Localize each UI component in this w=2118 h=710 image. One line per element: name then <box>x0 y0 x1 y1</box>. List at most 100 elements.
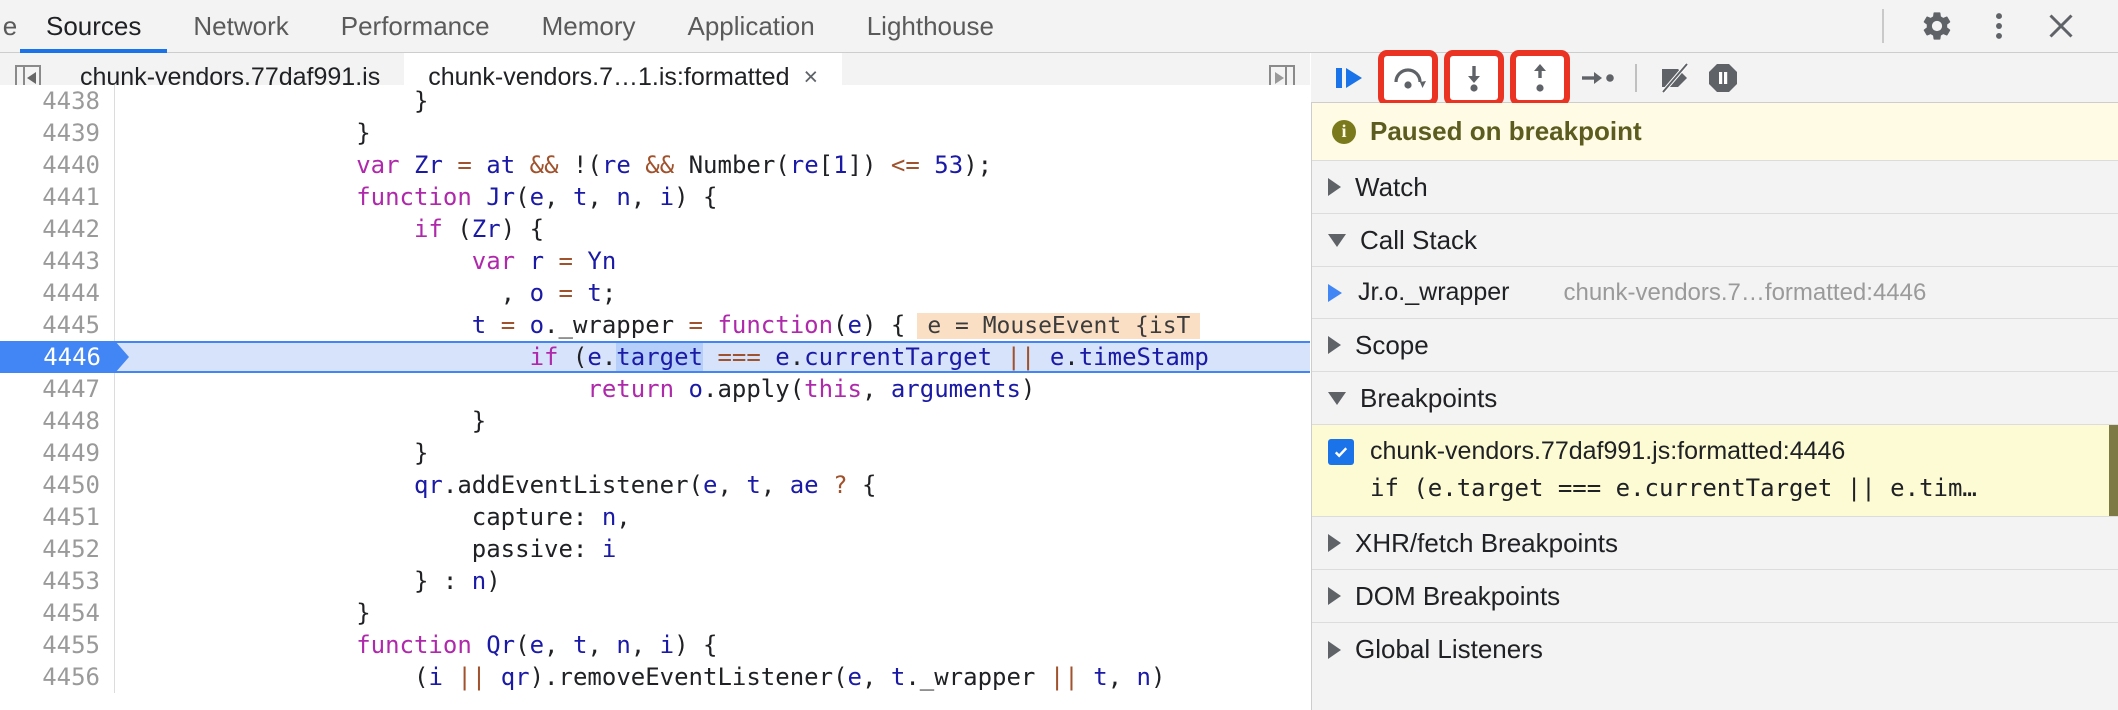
call-stack-frame[interactable]: Jr.o._wrapper chunk-vendors.7…formatted:… <box>1312 267 2118 319</box>
line-number[interactable]: 4451 <box>0 501 115 533</box>
line-number[interactable]: 4446 <box>0 341 129 373</box>
step-out-of-current-function-button[interactable] <box>1510 49 1570 106</box>
line-number[interactable]: 4438 <box>0 85 115 117</box>
code-line[interactable]: 4449 } <box>0 437 1310 469</box>
panel-tab-sources[interactable]: Sources <box>20 0 168 53</box>
line-number[interactable]: 4442 <box>0 213 115 245</box>
code-line-content: } <box>115 405 1310 437</box>
sidebar-section-breakpoints[interactable]: Breakpoints <box>1312 372 2118 425</box>
code-line[interactable]: 4453 } : n) <box>0 565 1310 597</box>
code-token: e <box>847 311 862 339</box>
code-token: ( <box>833 311 848 339</box>
step-into-next-function-call-button[interactable] <box>1444 49 1504 106</box>
source-code-editor[interactable]: 4438 } 4439 } 4440 var Zr = at && !(re && … <box>0 85 1310 710</box>
code-token: || <box>1049 663 1079 691</box>
breakpoint-enabled-checkbox[interactable] <box>1328 438 1354 465</box>
call-stack-frame-location: chunk-vendors.7…formatted:4446 <box>1563 278 1927 306</box>
line-number[interactable]: 4439 <box>0 117 115 149</box>
panel-tab-performance[interactable]: Performance <box>315 0 516 53</box>
line-number[interactable]: 4452 <box>0 533 115 565</box>
code-line[interactable]: 4452 passive: i <box>0 533 1310 565</box>
line-number[interactable]: 4453 <box>0 565 115 597</box>
code-token: re <box>601 151 631 179</box>
code-token: t <box>890 663 906 691</box>
code-token: || <box>457 663 487 691</box>
code-line[interactable]: 4444 , o = t; <box>0 277 1310 309</box>
code-line[interactable]: 4441 function Jr(e, t, n, i) { <box>0 181 1310 213</box>
code-line[interactable]: 4447 return o.apply(this, arguments) <box>0 373 1310 405</box>
line-number[interactable]: 4440 <box>0 149 115 181</box>
code-token: ) { <box>500 215 545 243</box>
line-number[interactable]: 4448 <box>0 405 115 437</box>
code-token: ) { <box>674 183 718 211</box>
code-line-content: return o.apply(this, arguments) <box>115 373 1310 405</box>
step-over-next-function-call-button[interactable] <box>1378 49 1438 106</box>
sidebar-section-call-stack[interactable]: Call Stack <box>1312 214 2118 267</box>
chevron-right-icon <box>1328 534 1341 552</box>
sidebar-section-xhr-fetch-breakpoints[interactable]: XHR/fetch Breakpoints <box>1312 517 2118 570</box>
code-line[interactable]: 4442 if (Zr) { <box>0 213 1310 245</box>
chevron-right-icon <box>1328 587 1341 605</box>
code-line[interactable]: 4456 (i || qr).removeEventListener(e, t.… <box>0 661 1310 693</box>
sidebar-section-global-listeners[interactable]: Global Listeners <box>1312 623 2118 676</box>
panel-tab-memory[interactable]: Memory <box>516 0 662 53</box>
code-line-content: } <box>115 85 1310 117</box>
code-line[interactable]: 4440 var Zr = at && !(re && Number(re[1]… <box>0 149 1310 181</box>
resume-script-execution-button[interactable] <box>1327 56 1375 100</box>
pause-on-exceptions-button[interactable] <box>1699 56 1747 100</box>
sidebar-section-dom-breakpoints[interactable]: DOM Breakpoints <box>1312 570 2118 623</box>
sidebar-section-watch[interactable]: Watch <box>1312 161 2118 214</box>
code-line-content: function Qr(e, t, n, i) { <box>115 629 1310 661</box>
code-line-content: capture: n, <box>115 501 1310 533</box>
line-number[interactable]: 4455 <box>0 629 115 661</box>
panel-tab-application[interactable]: Application <box>662 0 841 53</box>
code-line[interactable]: 4455 function Qr(e, t, n, i) { <box>0 629 1310 661</box>
code-token: function <box>356 631 472 659</box>
breakpoint-list-item[interactable]: chunk-vendors.77daf991.js:formatted:4446… <box>1312 425 2118 517</box>
panel-tab-label: Lighthouse <box>866 10 994 41</box>
line-number[interactable]: 4444 <box>0 277 115 309</box>
code-line[interactable]: 4450 qr.addEventListener(e, t, ae ? { <box>0 469 1310 501</box>
panel-tab-lighthouse[interactable]: Lighthouse <box>841 0 1020 53</box>
line-number[interactable]: 4441 <box>0 181 115 213</box>
code-line-current[interactable]: 4446 if (e.target === e.currentTarget ||… <box>0 341 1310 373</box>
code-line[interactable]: 4438 } <box>0 85 1310 117</box>
close-icon[interactable] <box>2030 0 2092 53</box>
code-line[interactable]: 4451 capture: n, <box>0 501 1310 533</box>
code-token: . <box>601 343 617 371</box>
line-number[interactable]: 4443 <box>0 245 115 277</box>
code-line[interactable]: 4448 } <box>0 405 1310 437</box>
panel-tab-e[interactable]: e <box>0 0 20 53</box>
panel-tab-label: Network <box>193 10 289 41</box>
paused-banner-text: Paused on breakpoint <box>1370 116 1642 146</box>
line-number[interactable]: 4456 <box>0 661 115 693</box>
code-token: ) { <box>674 631 718 659</box>
line-number[interactable]: 4454 <box>0 597 115 629</box>
code-line[interactable]: 4445 t = o._wrapper = function(e) {e = M… <box>0 309 1310 341</box>
code-token: currentTarget <box>804 343 993 371</box>
breakpoints-scrollbar[interactable] <box>2109 425 2118 516</box>
line-number[interactable]: 4445 <box>0 309 115 341</box>
deactivate-breakpoints-button[interactable] <box>1651 56 1699 100</box>
sidebar-section-scope[interactable]: Scope <box>1312 319 2118 372</box>
code-line[interactable]: 4443 var r = Yn <box>0 245 1310 277</box>
code-token: e <box>775 343 790 371</box>
code-token: e <box>587 343 602 371</box>
line-number[interactable]: 4449 <box>0 437 115 469</box>
more-vertical-icon[interactable] <box>1968 0 2030 53</box>
code-line-content: (i || qr).removeEventListener(e, t._wrap… <box>115 661 1310 693</box>
panel-tab-network[interactable]: Network <box>167 0 314 53</box>
code-line[interactable]: 4454 } <box>0 597 1310 629</box>
line-number[interactable]: 4450 <box>0 469 115 501</box>
step-button[interactable] <box>1573 56 1621 100</box>
line-number[interactable]: 4447 <box>0 373 115 405</box>
gear-icon[interactable] <box>1906 0 1968 53</box>
code-line-content: if (Zr) { <box>115 213 1310 245</box>
code-line[interactable]: 4439 } <box>0 117 1310 149</box>
